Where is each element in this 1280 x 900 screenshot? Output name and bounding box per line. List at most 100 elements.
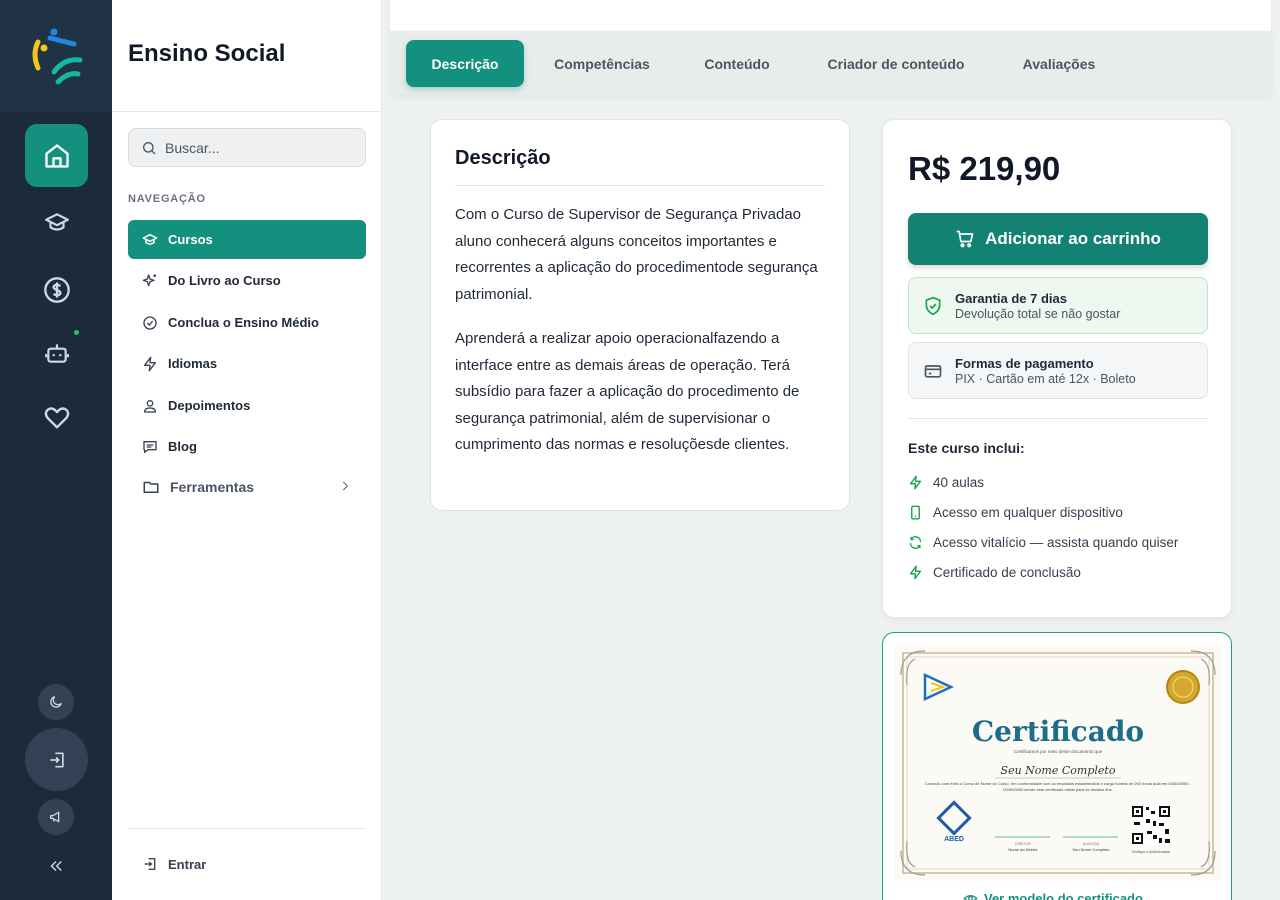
top-bar xyxy=(390,0,1271,31)
dollar-circle-icon xyxy=(43,276,70,303)
theme-toggle[interactable] xyxy=(38,684,74,720)
courses-button[interactable] xyxy=(25,191,88,254)
director-role: DIRETOR xyxy=(1015,842,1031,846)
verify-text: Verifique a Autenticidade xyxy=(1132,850,1171,854)
lightning-icon xyxy=(144,356,156,371)
guarantee-box: Garantia de 7 dias Devolução total se nã… xyxy=(908,277,1208,334)
description-card: Descrição Com o Curso de Supervisor de S… xyxy=(430,119,850,511)
login-link[interactable]: Entrar xyxy=(142,856,206,872)
payment-title: Formas de pagamento xyxy=(955,355,1094,371)
search-box[interactable] xyxy=(128,128,366,167)
lightning-icon xyxy=(909,565,922,580)
nav-heading: NAVEGAÇÃO xyxy=(128,193,206,205)
certificate-card[interactable]: Certificado Certificamos por meio deste … xyxy=(882,632,1232,900)
certificate-preview: Certificado Certificamos por meio deste … xyxy=(895,645,1221,881)
price: R$ 219,90 xyxy=(908,150,1061,187)
view-certificate-label: Ver modelo do certificado xyxy=(984,891,1143,900)
sidebar-item-depoimentos[interactable]: Depoimentos xyxy=(128,386,366,425)
sidebar-item-idiomas[interactable]: Idiomas xyxy=(128,344,366,383)
include-item: Certificado de conclusão xyxy=(908,565,1081,580)
sidebar-item-label: Depoimentos xyxy=(168,398,251,413)
brand-title: Ensino Social xyxy=(128,40,286,67)
partner-name: ABED xyxy=(944,836,964,843)
eye-icon xyxy=(963,895,978,900)
sparkles-icon xyxy=(142,273,156,286)
add-to-cart-label: Adicionar ao carrinho xyxy=(985,229,1161,248)
certificate-body: Concluiu com êxito o Curso de Nome do Cu… xyxy=(925,781,1191,792)
robot-icon xyxy=(44,343,69,363)
heart-icon xyxy=(44,406,69,428)
check-circle-icon xyxy=(143,315,157,330)
divider xyxy=(128,828,366,829)
certificate-name: Seu Nome Completo xyxy=(1001,764,1116,777)
favorites-button[interactable] xyxy=(25,386,88,449)
guarantee-title: Garantia de 7 dias xyxy=(955,290,1067,306)
graduation-cap-icon xyxy=(44,212,69,231)
sidebar-item-ferramentas[interactable]: Ferramentas xyxy=(128,467,366,506)
sidebar-item-label: Conclua o Ensino Médio xyxy=(168,315,319,330)
graduation-cap-icon xyxy=(142,233,158,245)
tab-competencias[interactable]: Competências xyxy=(536,40,668,87)
lightning-icon xyxy=(909,475,922,490)
sidebar-item-label: Do Livro ao Curso xyxy=(168,273,281,288)
sidebar-item-label: Ferramentas xyxy=(170,478,255,495)
collapse-button[interactable] xyxy=(44,854,68,878)
chevrons-left-icon xyxy=(50,860,62,872)
guarantee-subtitle: Devolução total se não gostar xyxy=(955,306,1121,321)
tab-avaliacoes[interactable]: Avaliações xyxy=(1006,40,1112,87)
divider xyxy=(455,185,825,186)
sidebar-item-ensino-medio[interactable]: Conclua o Ensino Médio xyxy=(128,303,366,342)
includes-title: Este curso inclui: xyxy=(908,440,1025,456)
include-label: 40 aulas xyxy=(933,475,985,490)
refresh-icon xyxy=(909,536,922,549)
sidebar-item-blog[interactable]: Blog xyxy=(128,427,366,466)
purchase-card: R$ 219,90 Adicionar ao carrinho Garantia… xyxy=(882,119,1232,618)
divider xyxy=(112,111,382,112)
logo-icon xyxy=(32,28,83,85)
student-role: ALUNO(A) xyxy=(1083,842,1100,846)
description-paragraph: Aprenderá a realizar apoio operacionalfa… xyxy=(455,330,800,453)
log-in-icon xyxy=(144,858,156,870)
tab-bar: Descrição Competências Conteúdo Criador … xyxy=(390,31,1271,95)
chevron-right-icon xyxy=(342,481,349,491)
view-certificate-link[interactable]: Ver modelo do certificado xyxy=(963,891,1143,900)
tab-conteudo[interactable]: Conteúdo xyxy=(688,40,786,87)
rail-login-button[interactable] xyxy=(25,728,88,791)
gold-seal xyxy=(1166,670,1200,704)
search-icon xyxy=(143,141,156,154)
payment-box: Formas de pagamento PIX · Cartão em até … xyxy=(908,342,1208,399)
sidebar-item-label: Blog xyxy=(168,439,197,454)
finance-button[interactable] xyxy=(25,258,88,321)
include-label: Certificado de conclusão xyxy=(933,565,1081,580)
qr-code xyxy=(1131,805,1171,845)
sidebar-item-do-livro-ao-curso[interactable]: Do Livro ao Curso xyxy=(128,261,366,300)
credit-card-icon xyxy=(924,364,942,378)
certificate-heading: Certificado xyxy=(972,715,1144,748)
notification-dot xyxy=(74,330,79,335)
add-to-cart-button[interactable]: Adicionar ao carrinho xyxy=(908,213,1208,265)
search-input[interactable] xyxy=(165,139,355,156)
student-name: Seu Nome Completo xyxy=(1072,847,1110,852)
description-paragraph: Com o Curso de Supervisor de Segurança P… xyxy=(455,206,818,303)
sidebar-item-label: Cursos xyxy=(168,232,213,247)
megaphone-icon xyxy=(50,811,60,823)
tab-descricao[interactable]: Descrição xyxy=(406,40,524,87)
include-item: Acesso em qualquer dispositivo xyxy=(908,505,1123,520)
announcements-button[interactable] xyxy=(38,799,74,835)
shopping-cart-icon xyxy=(956,230,974,248)
moon-icon xyxy=(50,696,62,708)
smartphone-icon xyxy=(911,505,920,520)
app-logo[interactable] xyxy=(0,0,112,112)
sidebar: Ensino Social NAVEGAÇÃO Cursos Do Livro … xyxy=(112,0,382,900)
include-label: Acesso em qualquer dispositivo xyxy=(933,505,1123,520)
login-label: Entrar xyxy=(168,856,207,872)
divider xyxy=(908,418,1208,419)
certificate-line: Certificamos por meio deste documento qu… xyxy=(1014,749,1103,754)
sidebar-item-cursos[interactable]: Cursos xyxy=(128,220,366,259)
sidebar-item-label: Idiomas xyxy=(168,356,218,371)
include-item: 40 aulas xyxy=(908,475,984,490)
home-button[interactable] xyxy=(25,124,88,187)
section-title: Descrição xyxy=(455,147,551,169)
tab-criador-de-conteudo[interactable]: Criador de conteúdo xyxy=(808,40,984,87)
icon-rail xyxy=(0,0,112,900)
